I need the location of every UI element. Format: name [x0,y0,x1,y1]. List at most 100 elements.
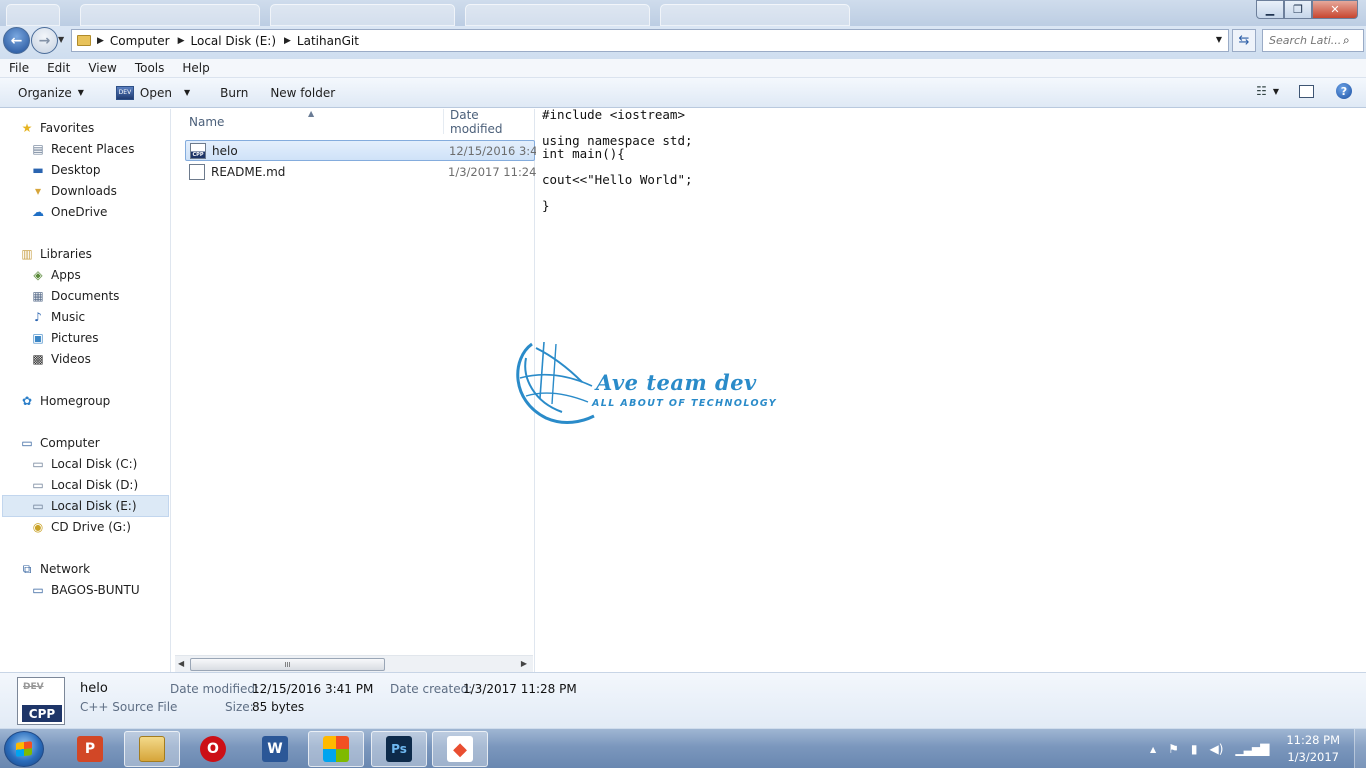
details-pane: DEV CPP helo C++ Source File Date modifi… [0,672,1366,728]
breadcrumb-latihangit[interactable]: ▶ LatihanGit [284,34,359,48]
back-button[interactable]: ← [3,27,30,54]
windows-logo-icon [16,741,32,757]
scrollbar-thumb[interactable]: III [190,658,385,671]
nav-local-disk-c[interactable]: ▭ Local Disk (C:) [30,454,137,474]
file-row-readme[interactable]: README.md 1/3/2017 11:24 P [185,161,547,182]
clock[interactable]: 11:28 PM 1/3/2017 [1286,732,1340,766]
nav-apps[interactable]: ◈ Apps [30,265,80,285]
star-icon: ★ [21,121,33,135]
nav-favorites[interactable]: ★ Favorites [19,118,95,138]
breadcrumb-computer[interactable]: ▶ Computer [97,34,170,48]
details-created-value: 1/3/2017 11:28 PM [463,682,577,696]
address-dropdown-icon[interactable]: ▼ [1216,35,1222,44]
nav-network[interactable]: ⧉ Network [19,559,90,579]
nav-onedrive[interactable]: ☁ OneDrive [30,202,107,222]
videos-icon: ▩ [32,352,44,366]
documents-icon: ▦ [32,289,44,303]
chevron-down-icon[interactable]: ▼ [184,88,190,97]
taskbar-word[interactable]: W [247,731,303,767]
taskbar-git-app[interactable]: ◆ [432,731,488,767]
menu-tools[interactable]: Tools [126,61,174,75]
taskbar-opera[interactable]: O [185,731,241,767]
nav-desktop[interactable]: ▬ Desktop [30,160,100,180]
minimize-button[interactable]: ▁ [1256,0,1284,19]
background-tab [660,4,850,26]
computer-icon: ▭ [21,436,33,450]
details-file-type: C++ Source File [80,700,178,714]
maximize-button[interactable]: ❐ [1284,0,1312,19]
refresh-button[interactable]: ⇆ [1232,29,1256,52]
horizontal-scrollbar[interactable]: ◀ III ▶ [175,655,533,672]
search-box[interactable]: ⌕ [1262,29,1364,52]
column-header-name[interactable]: Name [189,109,443,134]
battery-icon[interactable]: ▮ [1191,742,1198,756]
word-icon: W [262,736,288,762]
powerpoint-icon: P [77,736,103,762]
background-tab [6,4,60,26]
action-center-icon[interactable]: ⚑ [1168,742,1179,756]
nav-videos[interactable]: ▩ Videos [30,349,91,369]
burn-button[interactable]: Burn [220,86,248,100]
file-icon-label: DEV [23,682,44,692]
close-button[interactable]: ✕ [1312,0,1358,19]
nav-computer[interactable]: ▭ Computer [19,433,99,453]
open-button[interactable]: DEV Open ▼ [115,85,190,100]
menu-edit[interactable]: Edit [38,61,79,75]
nav-pictures[interactable]: ▣ Pictures [30,328,98,348]
help-icon[interactable]: ? [1336,83,1352,99]
signal-icon[interactable]: ▁▃▅▇ [1235,742,1269,756]
scroll-right-icon[interactable]: ▶ [521,659,527,668]
dev-cpp-icon: DEV [115,85,134,100]
drive-icon: ▭ [32,478,44,492]
pictures-icon: ▣ [32,331,44,345]
view-dropdown-icon[interactable]: ▼ [1273,87,1279,96]
nav-documents[interactable]: ▦ Documents [30,286,119,306]
file-row-helo[interactable]: CPP helo 12/15/2016 3:41 [185,140,545,161]
nav-local-disk-e[interactable]: ▭ Local Disk (E:) [2,495,169,517]
cpp-file-large-icon: DEV CPP [17,677,65,725]
search-input[interactable] [1263,34,1343,47]
nav-local-disk-d[interactable]: ▭ Local Disk (D:) [30,475,138,495]
nav-bagos-buntu[interactable]: ▭ BAGOS-BUNTU [30,580,139,600]
watermark: Ave team dev ALL ABOUT OF TECHNOLOGY [512,338,782,424]
code-line: int main(){ [542,146,625,161]
show-desktop-button[interactable] [1354,729,1366,768]
folder-icon [139,736,165,762]
start-button[interactable] [4,731,44,767]
taskbar-explorer[interactable] [124,731,180,767]
folder-icon [77,35,91,46]
preview-pane-button[interactable] [1299,84,1314,98]
new-folder-label: New folder [270,85,336,100]
breadcrumb-local-disk-e[interactable]: ▶ Local Disk (E:) [178,34,276,48]
change-view-icon[interactable]: ☷ [1256,84,1267,98]
menu-help[interactable]: Help [173,61,218,75]
nav-downloads[interactable]: ▾ Downloads [30,181,117,201]
volume-icon[interactable]: ◀) [1210,742,1224,756]
forward-button[interactable]: → [31,27,58,54]
nav-music[interactable]: ♪ Music [30,307,85,327]
search-icon[interactable]: ⌕ [1343,33,1350,48]
text-file-icon [189,163,205,180]
address-bar[interactable]: ▶ Computer ▶ Local Disk (E:) ▶ LatihanGit ▼ [71,29,1229,52]
new-folder-button[interactable]: New folder [270,86,335,100]
nav-recent-places[interactable]: ▤ Recent Places [30,139,134,159]
organize-label: Organize [18,85,72,100]
recent-pages-dropdown[interactable]: ▼ [58,35,64,44]
taskbar-photoshop[interactable]: Ps [371,731,427,767]
organize-button[interactable]: Organize ▼ [18,86,84,100]
menu-file[interactable]: File [0,61,38,75]
watermark-subtitle: ALL ABOUT OF TECHNOLOGY [592,398,778,409]
details-created-label: Date created: [390,682,473,696]
nav-cd-drive-g[interactable]: ◉ CD Drive (G:) [30,517,131,537]
taskbar-powerpoint[interactable]: P [62,731,118,767]
menu-view[interactable]: View [79,61,125,75]
show-hidden-icons-icon[interactable]: ▲ [1150,745,1156,754]
scroll-left-icon[interactable]: ◀ [178,659,184,668]
nav-libraries[interactable]: ▥ Libraries [19,244,92,264]
code-line: #include <iostream> [542,107,685,122]
opera-icon: O [200,736,226,762]
column-header-date[interactable]: Date modified [443,108,535,136]
taskbar-windows-app[interactable] [308,731,364,767]
details-size-label: Size: [225,700,254,714]
nav-homegroup[interactable]: ✿ Homegroup [19,391,110,411]
